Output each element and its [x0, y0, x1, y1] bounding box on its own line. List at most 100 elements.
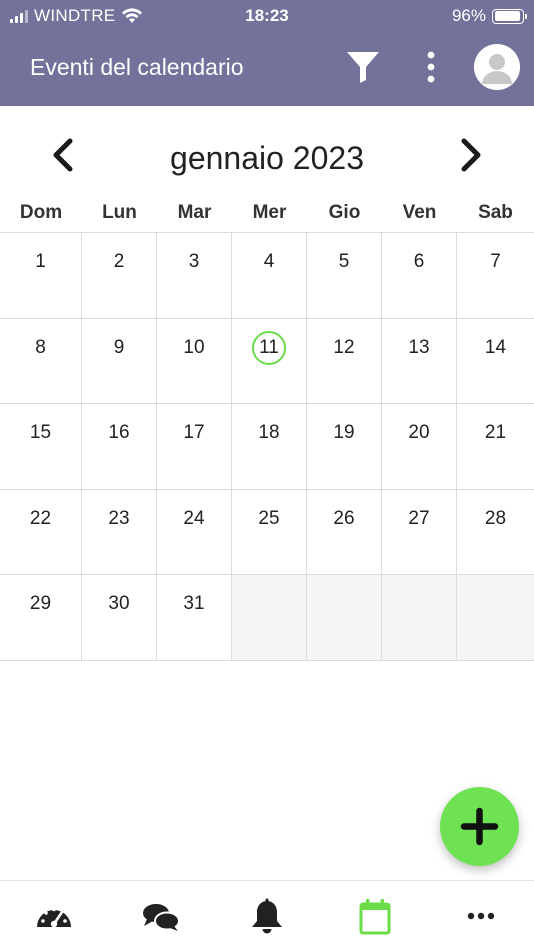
- day-number: 18: [258, 422, 280, 443]
- weekday-label: Mer: [252, 202, 287, 223]
- day-cell[interactable]: 13: [382, 318, 457, 403]
- weekday-header: Dom Lun Mar Mer Gio Ven Sab: [0, 196, 534, 232]
- day-cell[interactable]: 27: [382, 489, 457, 574]
- more-options-button[interactable]: [420, 48, 442, 86]
- day-cell[interactable]: 30: [82, 575, 157, 660]
- day-cell[interactable]: 16: [82, 404, 157, 489]
- day-cell[interactable]: 28: [457, 490, 534, 575]
- day-cell[interactable]: 12: [307, 318, 382, 403]
- day-number: 13: [408, 336, 430, 358]
- calendar-icon: [359, 899, 391, 935]
- weekday-label: Ven: [402, 202, 437, 223]
- battery-icon: [492, 8, 527, 24]
- day-cell[interactable]: 21: [457, 404, 534, 489]
- day-number: 21: [484, 422, 507, 443]
- day-cell[interactable]: 3: [157, 233, 232, 318]
- day-cell[interactable]: 10: [157, 318, 232, 403]
- nav-more[interactable]: [461, 897, 501, 937]
- day-number: 30: [108, 593, 130, 614]
- day-number: 20: [408, 422, 430, 443]
- day-number: 2: [113, 251, 125, 272]
- nav-calendar[interactable]: [355, 897, 395, 937]
- day-cell[interactable]: 1: [0, 233, 82, 318]
- next-month-button[interactable]: [456, 136, 486, 176]
- nav-notifications[interactable]: [247, 897, 287, 937]
- day-number: 23: [108, 507, 130, 529]
- day-cell[interactable]: 24: [157, 489, 232, 574]
- calendar-grid: 1 2 3 4 5 6 7 8 9 10 11 12 13 14 15 16 1…: [0, 232, 534, 661]
- day-cell[interactable]: 29: [0, 575, 82, 660]
- day-cell[interactable]: 4: [232, 233, 307, 318]
- plus-icon: [460, 807, 499, 846]
- day-number: 26: [333, 507, 355, 529]
- day-cell[interactable]: 31: [157, 575, 232, 660]
- day-cell[interactable]: 14: [457, 319, 534, 404]
- day-cell-today[interactable]: 11: [232, 318, 307, 403]
- chat-bubbles-icon: [143, 904, 180, 931]
- bottom-navigation: [0, 880, 534, 950]
- calendar-week: 22 23 24 25 26 27 28: [0, 489, 534, 575]
- day-number: 4: [263, 251, 275, 272]
- month-label: gennaio 2023: [170, 140, 364, 176]
- day-number: 27: [408, 507, 430, 529]
- nav-dashboard[interactable]: [34, 897, 74, 937]
- day-cell[interactable]: 18: [232, 404, 307, 489]
- day-cell[interactable]: 8: [0, 318, 82, 403]
- day-number: 1: [35, 251, 46, 272]
- day-number: 10: [183, 336, 205, 358]
- weekday-label: Lun: [102, 202, 137, 223]
- empty-day-cell: [307, 575, 382, 660]
- status-right: 96%: [451, 6, 527, 26]
- day-number: 5: [338, 251, 350, 272]
- day-cell[interactable]: 17: [157, 404, 232, 489]
- day-cell[interactable]: 26: [307, 489, 382, 574]
- empty-day-cell: [457, 575, 534, 660]
- day-number: 19: [333, 422, 355, 443]
- calendar-week: 29 30 31: [0, 575, 534, 661]
- chevron-right-icon: [461, 138, 481, 172]
- dashboard-gauge-icon: [37, 907, 71, 928]
- bell-icon: [252, 898, 282, 934]
- day-number: 7: [490, 251, 501, 272]
- day-number: 17: [183, 422, 205, 443]
- weekday-label: Dom: [19, 202, 63, 223]
- day-number: 28: [484, 507, 507, 529]
- day-number: 6: [413, 251, 425, 272]
- avatar-icon: [474, 44, 520, 90]
- month-navigation: gennaio 2023: [0, 106, 534, 196]
- day-number: 31: [183, 593, 205, 614]
- day-cell[interactable]: 15: [0, 404, 82, 489]
- top-bar: WINDTRE 18:23 96% Eventi del calendario: [0, 0, 534, 106]
- day-cell[interactable]: 5: [307, 233, 382, 318]
- day-number: 8: [35, 336, 46, 358]
- avatar[interactable]: [474, 44, 520, 90]
- day-cell[interactable]: 9: [82, 318, 157, 403]
- battery-percent: 96%: [451, 6, 486, 25]
- day-cell[interactable]: 20: [382, 404, 457, 489]
- day-cell[interactable]: 6: [382, 233, 457, 318]
- page-title: Eventi del calendario: [30, 54, 244, 80]
- day-number: 9: [113, 336, 125, 358]
- empty-day-cell: [232, 575, 307, 660]
- day-number: 3: [188, 251, 200, 272]
- day-number: 29: [29, 593, 52, 614]
- day-cell[interactable]: 23: [82, 489, 157, 574]
- weekday-label: Sab: [478, 202, 513, 223]
- day-number: 22: [29, 507, 52, 529]
- day-cell[interactable]: 25: [232, 489, 307, 574]
- day-number: 11: [259, 336, 279, 358]
- day-cell[interactable]: 19: [307, 404, 382, 489]
- nav-messages[interactable]: [141, 897, 181, 937]
- app-bar: Eventi del calendario: [0, 32, 534, 106]
- day-cell[interactable]: 7: [457, 233, 534, 318]
- add-event-button[interactable]: [440, 787, 519, 866]
- day-number: 15: [29, 422, 52, 443]
- day-cell[interactable]: 2: [82, 233, 157, 318]
- day-number: 12: [333, 336, 355, 358]
- day-cell[interactable]: 22: [0, 489, 82, 574]
- weekday-label: Mar: [177, 202, 212, 223]
- status-bar: WINDTRE 18:23 96%: [0, 0, 534, 32]
- filter-button[interactable]: [344, 48, 382, 86]
- day-number: 16: [108, 422, 130, 443]
- day-number: 24: [183, 507, 205, 529]
